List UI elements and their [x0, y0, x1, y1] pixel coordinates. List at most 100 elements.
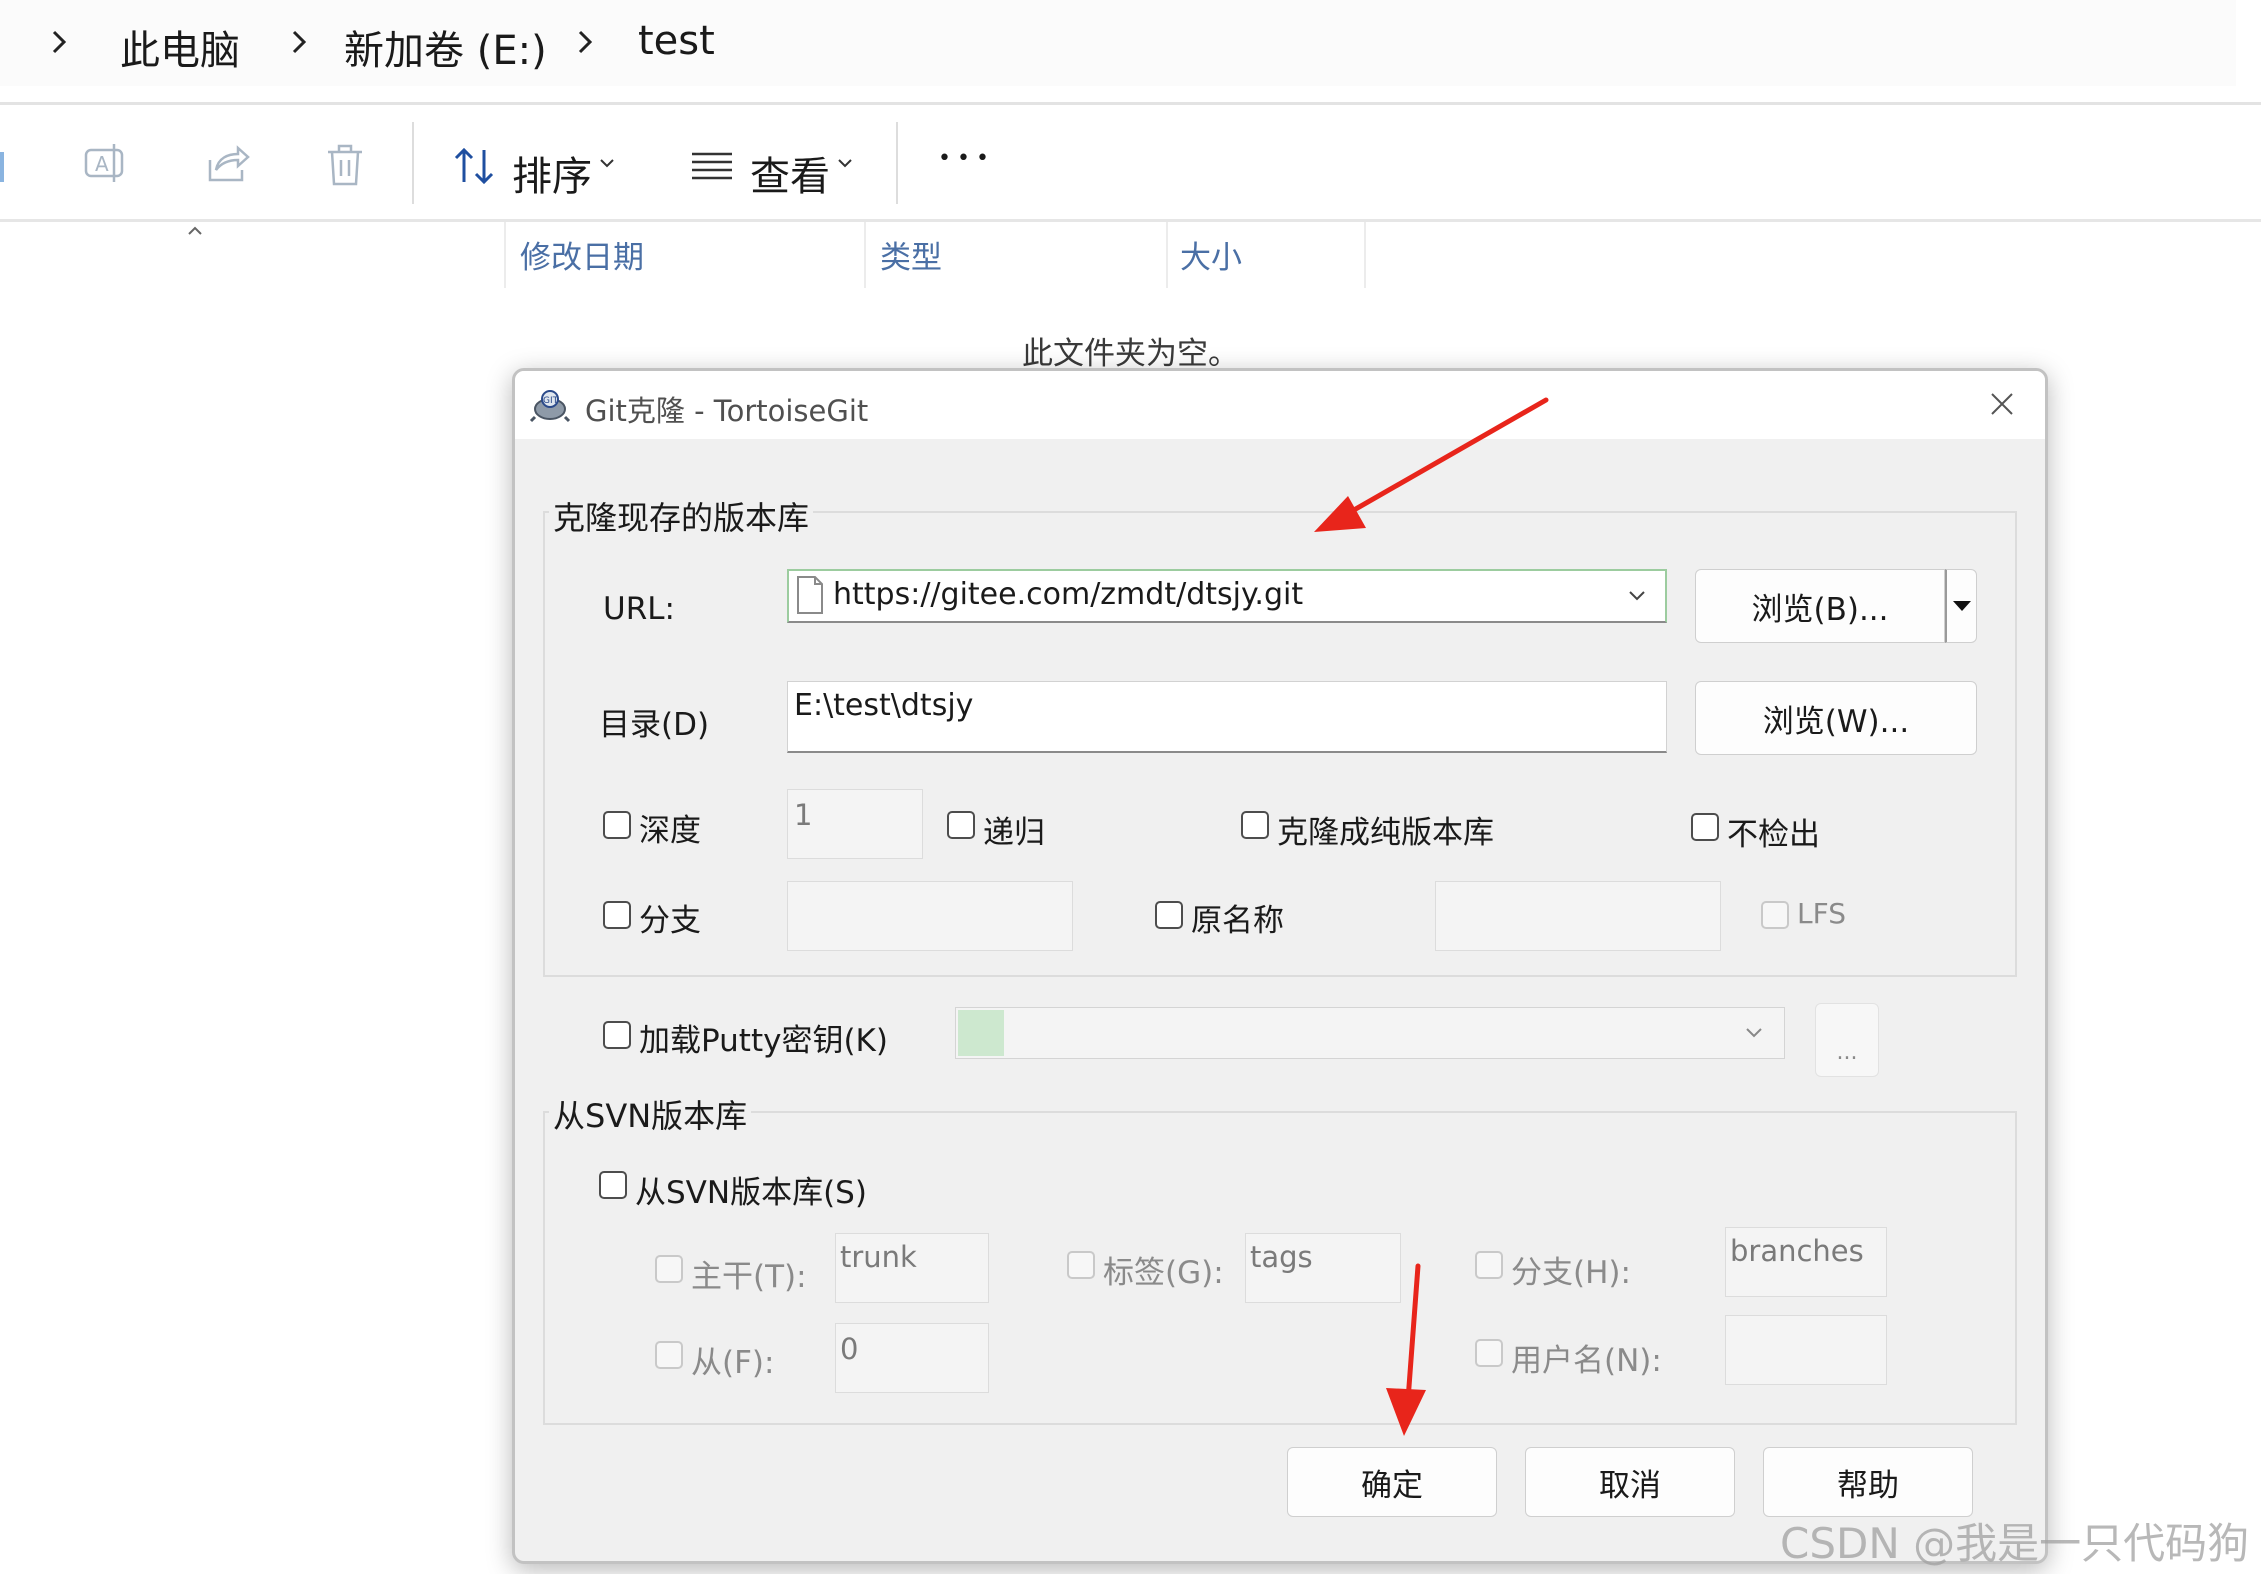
- from-revision-input[interactable]: 0: [835, 1323, 989, 1393]
- column-divider: [1166, 222, 1168, 288]
- view-button[interactable]: 查看: [686, 134, 876, 200]
- depth-label: 深度: [639, 813, 701, 849]
- putty-browse-button[interactable]: ...: [1815, 1003, 1879, 1077]
- depth-input[interactable]: 1: [787, 789, 923, 859]
- divider: [0, 219, 2261, 222]
- column-divider: [504, 222, 506, 288]
- branches-label: 分支(H):: [1511, 1255, 1631, 1291]
- chevron-right-icon: [292, 30, 307, 54]
- no-checkout-checkbox[interactable]: [1691, 813, 1719, 841]
- toolbar-separator: [896, 122, 898, 204]
- column-divider: [1364, 222, 1366, 288]
- from-revision-checkbox[interactable]: [655, 1341, 683, 1369]
- breadcrumb-volume-e[interactable]: 新加卷 (E:): [344, 18, 547, 76]
- tortoisegit-icon: GIT: [529, 390, 571, 423]
- delete-icon[interactable]: [320, 140, 370, 190]
- partial-tool-icon: [0, 152, 4, 182]
- rename-icon[interactable]: A: [80, 140, 130, 190]
- no-checkout-label: 不检出: [1727, 817, 1820, 853]
- lfs-label: LFS: [1797, 897, 1846, 930]
- chevron-right-icon: [578, 30, 593, 54]
- svn-group-label: 从SVN版本库: [549, 1091, 752, 1137]
- git-clone-dialog: GIT Git克隆 - TortoiseGit 克隆现存的版本库 URL: ht…: [512, 368, 2048, 1564]
- origin-name-label: 原名称: [1191, 903, 1284, 939]
- branch-label: 分支: [639, 903, 701, 939]
- username-input[interactable]: [1725, 1315, 1887, 1385]
- watermark: CSDN @我是一只代码狗: [1780, 1519, 2250, 1568]
- breadcrumb-test[interactable]: test: [638, 18, 715, 64]
- recursive-checkbox[interactable]: [947, 811, 975, 839]
- sort-button[interactable]: 排序: [446, 134, 636, 200]
- depth-checkbox[interactable]: [603, 811, 631, 839]
- tags-checkbox[interactable]: [1067, 1251, 1095, 1279]
- tags-input[interactable]: tags: [1245, 1233, 1401, 1303]
- url-combobox[interactable]: https://gitee.com/zmdt/dtsjy.git: [787, 569, 1667, 623]
- branches-checkbox[interactable]: [1475, 1251, 1503, 1279]
- bare-repo-label: 克隆成纯版本库: [1277, 815, 1494, 851]
- tags-label: 标签(G):: [1103, 1255, 1224, 1291]
- share-icon[interactable]: [202, 140, 252, 190]
- bare-repo-checkbox[interactable]: [1241, 811, 1269, 839]
- more-options-button[interactable]: •••: [938, 146, 995, 171]
- caret-down-icon: [1952, 601, 1971, 611]
- toolbar-separator: [412, 122, 414, 204]
- username-label: 用户名(N):: [1511, 1343, 1662, 1379]
- cancel-button[interactable]: 取消: [1525, 1447, 1735, 1517]
- load-putty-key-checkbox[interactable]: [603, 1021, 631, 1049]
- from-revision-value: 0: [840, 1332, 859, 1366]
- sort-ascending-icon: [188, 226, 202, 235]
- directory-label: 目录(D): [599, 707, 710, 743]
- chevron-down-icon: [600, 159, 614, 168]
- depth-value: 1: [794, 798, 813, 832]
- file-icon: [797, 576, 823, 614]
- username-checkbox[interactable]: [1475, 1339, 1503, 1367]
- empty-folder-message: 此文件夹为空。: [1022, 336, 1239, 372]
- address-bar[interactable]: [0, 0, 2236, 86]
- chevron-down-icon[interactable]: [1744, 1026, 1764, 1040]
- branch-input[interactable]: [787, 881, 1073, 951]
- putty-key-color-swatch: [958, 1010, 1004, 1056]
- trunk-label: 主干(T):: [691, 1259, 807, 1295]
- tags-value: tags: [1250, 1240, 1313, 1274]
- chevron-down-icon[interactable]: [1627, 589, 1647, 603]
- svg-text:GIT: GIT: [543, 396, 559, 406]
- origin-name-checkbox[interactable]: [1155, 901, 1183, 929]
- column-divider: [864, 222, 866, 288]
- column-header-type[interactable]: 类型: [880, 232, 942, 277]
- list-view-icon: [692, 152, 732, 180]
- directory-value: E:\test\dtsjy: [794, 688, 974, 723]
- from-svn-label: 从SVN版本库(S): [635, 1175, 867, 1211]
- load-putty-key-label: 加载Putty密钥(K): [639, 1023, 888, 1059]
- browse-dropdown-button[interactable]: [1945, 569, 1977, 643]
- putty-key-combobox[interactable]: [955, 1007, 1785, 1059]
- trunk-input[interactable]: trunk: [835, 1233, 989, 1303]
- chevron-down-icon: [838, 159, 852, 168]
- trunk-checkbox[interactable]: [655, 1255, 683, 1283]
- column-header-modified[interactable]: 修改日期: [520, 232, 644, 277]
- column-header-size[interactable]: 大小: [1180, 232, 1242, 277]
- help-button[interactable]: 帮助: [1763, 1447, 1973, 1517]
- divider: [0, 102, 2261, 105]
- view-label: 查看: [750, 154, 830, 200]
- recursive-label: 递归: [983, 815, 1045, 851]
- origin-name-input[interactable]: [1435, 881, 1721, 951]
- chevron-right-icon: [52, 30, 67, 54]
- branches-value: branches: [1730, 1234, 1864, 1268]
- branches-input[interactable]: branches: [1725, 1227, 1887, 1297]
- from-svn-checkbox[interactable]: [599, 1171, 627, 1199]
- url-value: https://gitee.com/zmdt/dtsjy.git: [833, 577, 1304, 612]
- directory-input[interactable]: E:\test\dtsjy: [787, 681, 1667, 753]
- sort-label: 排序: [512, 154, 592, 200]
- breadcrumb-this-pc[interactable]: 此电脑: [120, 18, 240, 76]
- close-icon[interactable]: [1989, 391, 2015, 417]
- branch-checkbox[interactable]: [603, 901, 631, 929]
- lfs-checkbox[interactable]: [1761, 901, 1789, 929]
- browse-b-button[interactable]: 浏览(B)...: [1695, 569, 1945, 643]
- ok-button[interactable]: 确定: [1287, 1447, 1497, 1517]
- sort-icon: [454, 147, 494, 185]
- from-revision-label: 从(F):: [691, 1345, 775, 1381]
- clone-group-label: 克隆现存的版本库: [549, 493, 814, 539]
- browse-w-button[interactable]: 浏览(W)...: [1695, 681, 1977, 755]
- url-label: URL:: [603, 591, 675, 627]
- trunk-value: trunk: [840, 1240, 917, 1274]
